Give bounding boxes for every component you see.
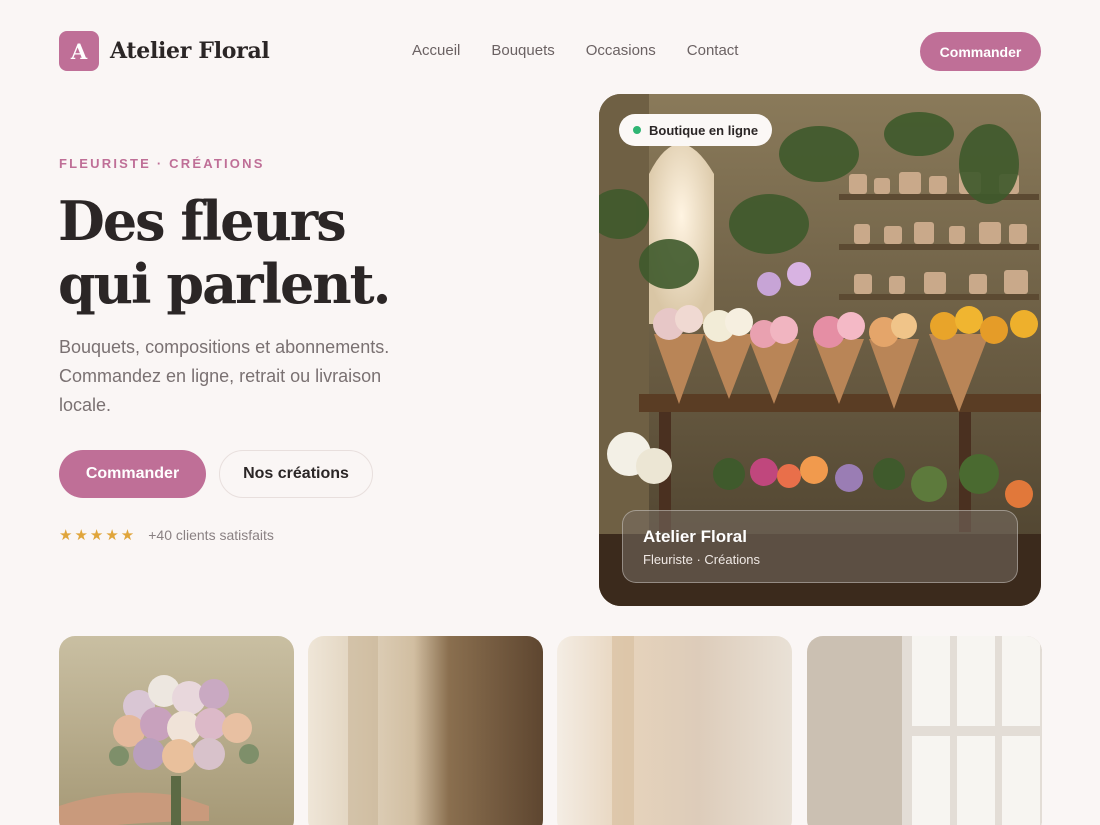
hero-title-line-1: Des fleurs: [58, 189, 347, 253]
nav-item-contact[interactable]: Contact: [687, 42, 739, 59]
nav-item-accueil[interactable]: Accueil: [412, 42, 460, 59]
logo-mark-icon: A: [59, 31, 99, 71]
badge-label: Boutique en ligne: [649, 122, 759, 138]
star-icon: ★★★★★: [59, 527, 137, 544]
caption-subtitle: Fleuriste · Créations: [643, 552, 761, 567]
interior-photo: [308, 636, 543, 825]
shop-online-badge: Boutique en ligne: [619, 114, 773, 146]
order-button[interactable]: Commander: [59, 450, 206, 498]
caption-title: Atelier Floral: [643, 527, 747, 546]
brand-name: Atelier Floral: [110, 38, 270, 64]
gallery-tile-bouquet[interactable]: [59, 636, 294, 825]
image-caption: Atelier Floral Fleuriste · Créations: [622, 510, 1018, 583]
gallery-tile-2[interactable]: [308, 636, 543, 825]
hero-eyebrow: FLEURISTE · CRÉATIONS: [59, 156, 265, 171]
window-photo: [807, 636, 1042, 825]
gallery-tile-3[interactable]: [557, 636, 792, 825]
rating-text: +40 clients satisfaits: [148, 527, 274, 543]
hero-title: Des fleurs qui parlent.: [58, 190, 478, 316]
hero-description: Bouquets, compositions et abonnements. C…: [59, 337, 390, 415]
online-dot-icon: [633, 126, 641, 134]
rating: ★★★★★ +40 clients satisfaits: [59, 526, 274, 544]
nav-item-bouquets[interactable]: Bouquets: [491, 42, 554, 59]
bouquet-photo: [59, 636, 294, 825]
hero-title-line-2: qui parlent.: [58, 252, 391, 316]
gallery-tile-4[interactable]: [807, 636, 1042, 825]
site-header: A Atelier Floral Accueil Bouquets Occasi…: [0, 0, 1100, 104]
hero-image-card: Boutique en ligne Atelier Floral Fleuris…: [599, 94, 1041, 606]
creations-button[interactable]: Nos créations: [219, 450, 373, 498]
interior-photo: [557, 636, 792, 825]
logo[interactable]: A Atelier Floral: [59, 31, 270, 71]
header-order-button[interactable]: Commander: [920, 32, 1041, 71]
nav-item-occasions[interactable]: Occasions: [586, 42, 656, 59]
main-nav: Accueil Bouquets Occasions Contact: [412, 42, 769, 59]
